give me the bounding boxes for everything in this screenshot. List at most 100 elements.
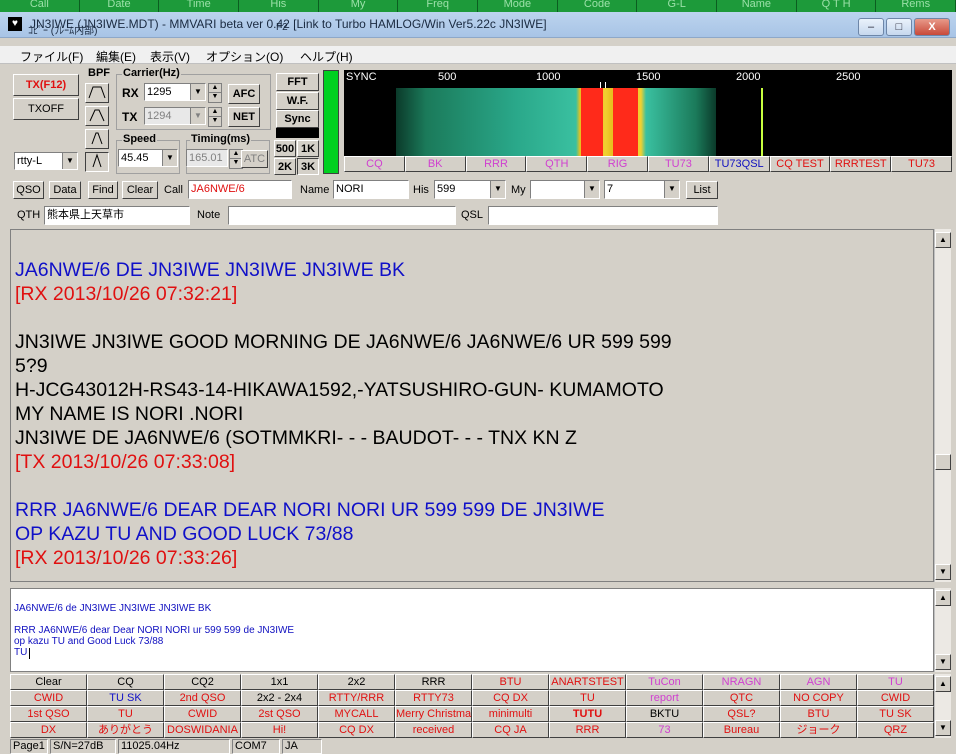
maximize-button[interactable]: □ [886,18,912,36]
macro-button[interactable]: CWID [164,706,241,722]
macro-button[interactable]: BKTU [626,706,703,722]
timing-input[interactable]: 165.01 [186,149,228,167]
macro-button[interactable]: CQ [87,674,164,690]
menu-help[interactable]: ヘルプ(H) [300,48,353,65]
bpf-narrow-button[interactable] [85,129,109,149]
band-input[interactable]: 7 ▼ [604,180,680,199]
macro-button[interactable]: CQ DX [472,690,549,706]
scroll-up-arrow[interactable]: ▲ [935,232,951,248]
macro-button[interactable]: RTTY73 [395,690,472,706]
macro-button[interactable]: QRZ [857,722,934,738]
waterfall-macro-button[interactable]: TU73QSL [708,156,770,172]
close-button[interactable]: X [914,18,950,36]
macro-button[interactable]: TuCon [626,674,703,690]
macro-button[interactable]: Merry Christmas [395,706,472,722]
waterfall-macro-button[interactable]: RRRTEST [830,156,892,172]
bpf-sharp-button[interactable] [85,152,109,172]
rx-text-window[interactable]: JA6NWE/6 DE JN3IWE JN3IWE JN3IWE BK [RX 2… [10,229,934,582]
span-3k-button[interactable]: 3K [297,158,319,175]
macro-button[interactable]: Hi! [241,722,318,738]
menu-edit[interactable]: 編集(E) [96,48,136,65]
waterfall-macro-button[interactable]: TU73 [891,156,952,172]
minimize-button[interactable]: – [858,18,884,36]
macro-button[interactable]: MYCALL [318,706,395,722]
his-rst-input[interactable]: 599 ▼ [434,180,506,199]
macro-button[interactable]: 1x1 [241,674,318,690]
macro-button[interactable]: ありがとう [87,722,164,738]
waterfall-display[interactable]: SYNC 500 1000 1500 2000 2500 [344,70,952,156]
txoff-button[interactable]: TXOFF [13,98,79,120]
mode-select[interactable]: rtty-L ▼ [14,152,78,170]
tx-scrollbar[interactable]: ▲ ▼ [934,588,951,672]
macro-button[interactable]: TU SK [857,706,934,722]
macro-button[interactable]: TU [549,690,626,706]
speed-select[interactable]: 45.45 ▼ [118,149,178,167]
macro-button[interactable]: CWID [10,690,87,706]
span-500-button[interactable]: 500 [274,140,296,157]
macro-button[interactable]: DX [10,722,87,738]
net-button[interactable]: NET [228,107,260,127]
rx-scrollbar[interactable]: ▲ ▼ [934,229,951,582]
scroll-down-arrow[interactable]: ▼ [935,720,951,736]
macro-button[interactable]: CQ JA [472,722,549,738]
clear-button[interactable]: Clear [122,181,158,199]
menu-options[interactable]: オプション(O) [206,48,283,65]
macro-button[interactable]: TUTU [549,706,626,722]
scroll-up-arrow[interactable]: ▲ [935,676,951,692]
macro-button[interactable]: TU SK [87,690,164,706]
scroll-thumb[interactable] [935,454,951,470]
scroll-down-arrow[interactable]: ▼ [935,564,951,580]
call-input[interactable]: JA6NWE/6 [188,180,292,199]
span-2k-button[interactable]: 2K [274,158,296,175]
macro-button[interactable]: 2nd QSO [164,690,241,706]
macro-button[interactable]: received [395,722,472,738]
macro-button[interactable]: Clear [10,674,87,690]
waterfall-macro-button[interactable]: RRR [465,156,527,172]
atc-button[interactable]: ATC [241,150,268,168]
waterfall-macro-button[interactable]: RIG [587,156,648,172]
macro-button[interactable]: BTU [780,706,857,722]
squelch-level-bar[interactable] [323,70,339,174]
scroll-down-arrow[interactable]: ▼ [935,654,951,670]
bpf-mid-button[interactable] [85,106,109,126]
macro-button[interactable]: NRAGN [703,674,780,690]
qso-button[interactable]: QSO [13,181,44,199]
macro-button[interactable]: ジョーク [780,722,857,738]
macro-button[interactable]: minimulti [472,706,549,722]
rx-down-arrow[interactable]: ▼ [208,92,222,103]
macro-button[interactable]: CQ DX [318,722,395,738]
macro-button[interactable]: TU [857,674,934,690]
tx-freq-input[interactable]: 1294 ▼ [144,107,206,125]
my-rst-input[interactable]: ▼ [530,180,600,199]
macro-button[interactable]: NO COPY [780,690,857,706]
note-input[interactable] [228,206,456,225]
macro-button[interactable]: DOSWIDANIA [164,722,241,738]
macro-button[interactable]: QTC [703,690,780,706]
menu-view[interactable]: 表示(V) [150,48,190,65]
qth-input[interactable]: 熊本県上天草市 [44,206,190,225]
menu-file[interactable]: ファイル(F) [20,48,83,65]
macro-button[interactable]: CQ2 [164,674,241,690]
scroll-up-arrow[interactable]: ▲ [935,590,951,606]
waterfall-button[interactable]: W.F. [276,92,319,110]
waterfall-macro-button[interactable]: CQ TEST [769,156,831,172]
afc-button[interactable]: AFC [228,84,260,104]
find-button[interactable]: Find [88,181,118,199]
tx-button[interactable]: TX(F12) [13,74,79,96]
name-input[interactable]: NORI [333,180,409,199]
fft-button[interactable]: FFT [276,73,319,91]
macro-button[interactable]: report [626,690,703,706]
macro-button[interactable]: CWID [857,690,934,706]
macro-button[interactable]: BTU [472,674,549,690]
list-button[interactable]: List [686,181,718,199]
macro-button[interactable]: TU [87,706,164,722]
macro-button[interactable]: 73 [626,722,703,738]
tx-text-window[interactable]: JA6NWE/6 de JN3IWE JN3IWE JN3IWE BK RRR J… [10,588,934,672]
macro-button[interactable]: QSL? [703,706,780,722]
macro-button[interactable]: RTTY/RRR [318,690,395,706]
macro-button[interactable]: 2x2 [318,674,395,690]
span-1k-button[interactable]: 1K [297,140,319,157]
macro-button[interactable]: 2x2 - 2x4 [241,690,318,706]
waterfall-macro-button[interactable]: TU73 [648,156,709,172]
qsl-input[interactable] [488,206,718,225]
